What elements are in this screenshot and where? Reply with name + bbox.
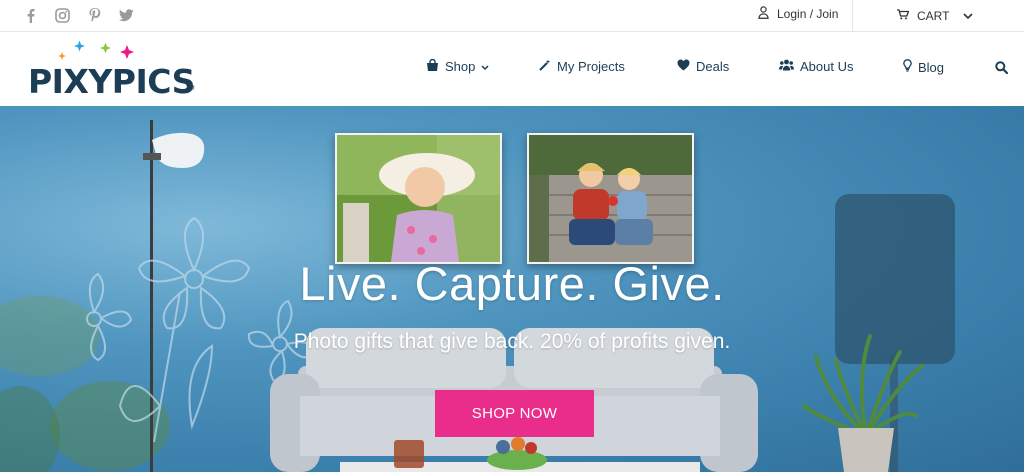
nav-my-projects-label[interactable]: My Projects: [557, 59, 625, 74]
cart-label[interactable]: CART: [917, 9, 949, 23]
hero-title: Live. Capture. Give.: [299, 257, 725, 310]
utility-bar: Login / Join CART: [0, 0, 1024, 32]
cart-button[interactable]: CART: [852, 0, 1024, 32]
shop-now-button[interactable]: SHOP NOW: [435, 390, 594, 437]
lightbulb-icon: [903, 59, 912, 75]
login-join-link[interactable]: Login / Join: [758, 6, 838, 22]
photo-frame-two-kids: [527, 133, 694, 264]
chevron-down-icon: [963, 9, 974, 23]
search-button[interactable]: [995, 61, 1009, 77]
nav-my-projects[interactable]: My Projects: [539, 59, 625, 74]
cart-icon: [897, 9, 910, 23]
nav-about-us-label[interactable]: About Us: [800, 59, 853, 74]
nav-deals-label[interactable]: Deals: [696, 59, 729, 74]
heart-icon: [677, 59, 690, 74]
nav-about-us[interactable]: About Us: [779, 59, 853, 74]
chevron-down-icon: [481, 59, 489, 74]
pinterest-icon[interactable]: [86, 6, 102, 24]
facebook-icon[interactable]: [22, 6, 38, 24]
logo-stars: [58, 40, 134, 60]
photo-two-kids-sharing-apple: [529, 135, 692, 262]
photo-frame-girl-hat: [335, 133, 502, 264]
hero-banner: Live. Capture. Give. Photo gifts that gi…: [0, 106, 1024, 472]
magic-wand-icon: [539, 59, 551, 74]
nav-blog-label[interactable]: Blog: [918, 60, 944, 75]
nav-blog[interactable]: Blog: [903, 59, 944, 75]
user-icon: [758, 6, 769, 22]
social-links: [22, 6, 134, 24]
instagram-icon[interactable]: [54, 6, 70, 24]
twitter-icon[interactable]: [118, 6, 134, 24]
hero-subtitle: Photo gifts that give back. 20% of profi…: [293, 330, 731, 353]
photo-girl-in-sunhat: [337, 135, 500, 262]
search-icon: [995, 61, 1009, 77]
logo-trademark: TM: [186, 86, 195, 92]
logo-wordmark: PIXYPICS: [28, 62, 195, 101]
nav-deals[interactable]: Deals: [677, 59, 729, 74]
main-header: PIXYPICS TM Shop My Projects Deals About…: [0, 32, 1024, 106]
login-join-label[interactable]: Login / Join: [777, 7, 838, 21]
pixypics-logo[interactable]: PIXYPICS TM: [28, 36, 198, 102]
shopping-bag-icon: [426, 58, 439, 74]
nav-shop[interactable]: Shop: [426, 58, 489, 74]
users-icon: [779, 59, 794, 74]
nav-shop-label[interactable]: Shop: [445, 59, 475, 74]
